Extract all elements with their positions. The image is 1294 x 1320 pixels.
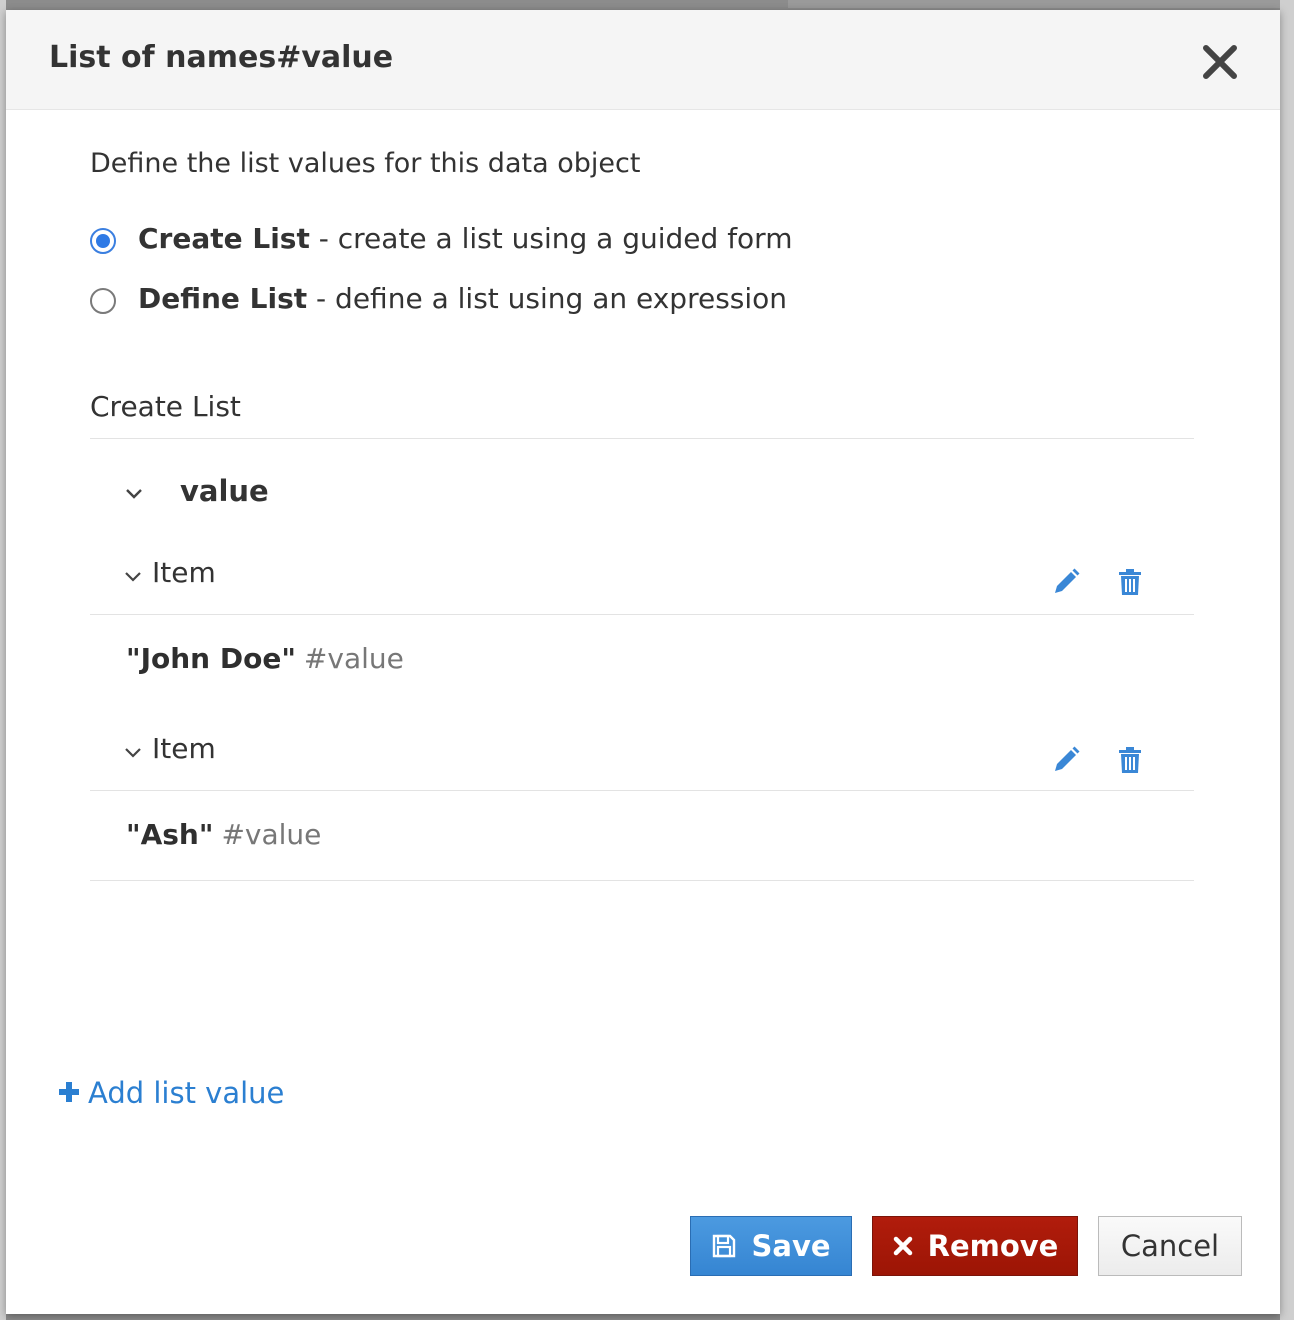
radio-create-list[interactable]	[90, 228, 116, 254]
group-toggle[interactable]: value	[124, 472, 524, 516]
item-value: "Ash"	[126, 818, 214, 851]
save-label: Save	[751, 1229, 831, 1263]
item-divider	[90, 790, 1194, 791]
background-page-right	[1280, 0, 1294, 1320]
item-label: Item	[152, 556, 216, 589]
option-define-list[interactable]: Define List - define a list using an exp…	[90, 282, 990, 322]
chevron-down-icon	[125, 572, 141, 582]
section-divider	[90, 438, 1194, 439]
pencil-icon	[1055, 746, 1080, 771]
trash-icon	[1119, 569, 1141, 595]
list-item-value: "John Doe" #value	[126, 642, 404, 675]
close-icon	[1203, 45, 1237, 79]
chevron-down-icon	[125, 748, 141, 758]
trash-icon	[1119, 747, 1141, 773]
list-item-value: "Ash" #value	[126, 818, 321, 851]
background-divider	[788, 0, 1280, 8]
cancel-button[interactable]: Cancel	[1098, 1216, 1242, 1276]
option-title: Define List	[138, 282, 308, 315]
x-icon	[893, 1236, 912, 1256]
item-value: "John Doe"	[126, 642, 296, 675]
cancel-label: Cancel	[1120, 1229, 1220, 1263]
item-toggle[interactable]: Item	[124, 554, 424, 594]
radio-define-list[interactable]	[90, 288, 116, 314]
list-values-dialog: List of names#value Define the list valu…	[6, 10, 1280, 1314]
plus-icon	[59, 1082, 79, 1102]
delete-item-button[interactable]	[1114, 566, 1146, 598]
chevron-down-icon	[126, 489, 142, 499]
item-label: Item	[152, 732, 216, 765]
delete-item-button[interactable]	[1114, 744, 1146, 776]
intro-text: Define the list values for this data obj…	[90, 148, 641, 179]
add-list-value-label: Add list value	[88, 1076, 285, 1110]
save-button[interactable]: Save	[690, 1216, 852, 1276]
item-suffix: #value	[221, 818, 322, 851]
close-button[interactable]	[1198, 40, 1242, 84]
dialog-title: List of names#value	[49, 40, 394, 75]
floppy-disk-icon	[713, 1234, 736, 1258]
item-divider	[90, 614, 1194, 615]
dialog-header: List of names#value	[6, 10, 1280, 110]
option-create-list[interactable]: Create List - create a list using a guid…	[90, 222, 990, 262]
remove-button[interactable]: Remove	[872, 1216, 1078, 1276]
edit-item-button[interactable]	[1050, 744, 1082, 776]
list-end-divider	[90, 880, 1194, 881]
option-description: - define a list using an expression	[307, 282, 788, 315]
option-title: Create List	[138, 222, 310, 255]
pencil-icon	[1055, 568, 1080, 593]
edit-item-button[interactable]	[1050, 566, 1082, 598]
remove-label: Remove	[927, 1229, 1059, 1263]
group-name: value	[180, 474, 269, 508]
option-description: - create a list using a guided form	[309, 222, 793, 255]
item-toggle[interactable]: Item	[124, 730, 424, 770]
item-suffix: #value	[303, 642, 404, 675]
add-list-value-link[interactable]: Add list value	[58, 1076, 284, 1116]
section-title: Create List	[90, 390, 241, 423]
